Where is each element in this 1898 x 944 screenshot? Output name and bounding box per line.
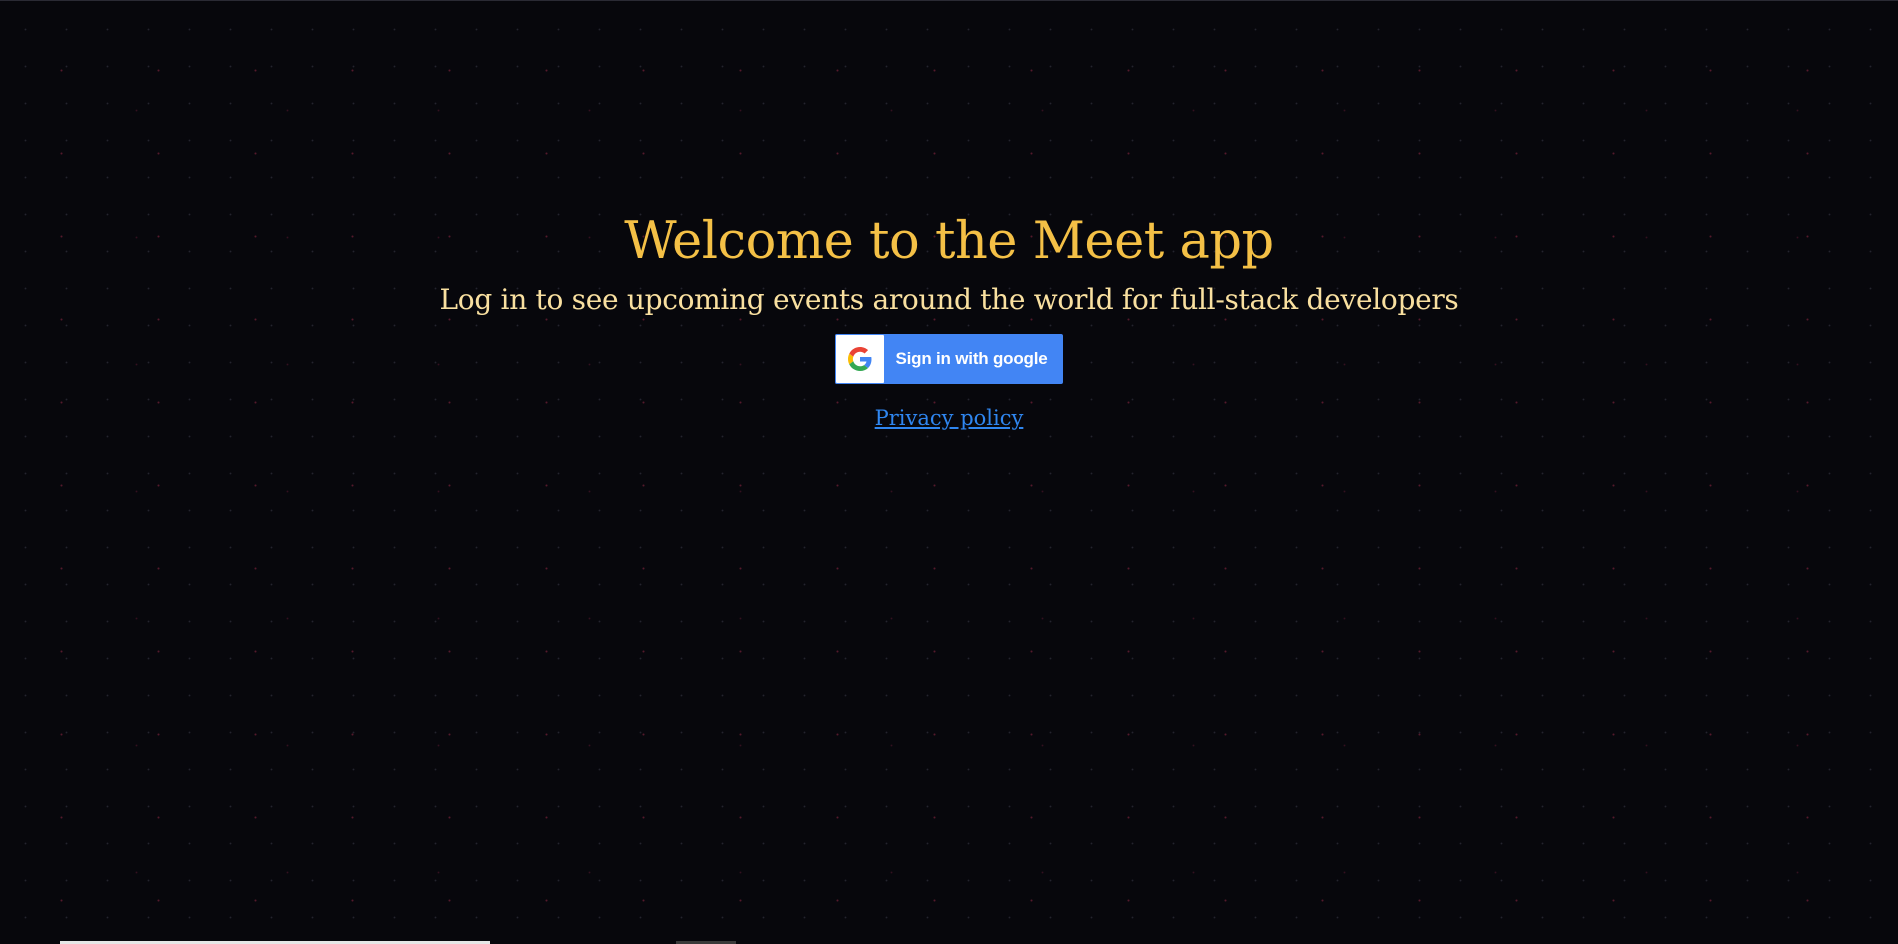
- login-panel: Welcome to the Meet app Log in to see up…: [0, 204, 1898, 430]
- google-sign-in-button[interactable]: Sign in with google: [835, 334, 1063, 384]
- welcome-title: Welcome to the Meet app: [624, 212, 1274, 271]
- privacy-policy-link[interactable]: Privacy policy: [875, 406, 1024, 430]
- privacy-link-row: Privacy policy: [0, 406, 1898, 430]
- google-g-logo-icon: [835, 334, 886, 384]
- welcome-subtitle: Log in to see upcoming events around the…: [439, 283, 1459, 316]
- google-sign-in-label: Sign in with google: [895, 349, 1048, 368]
- window-top-border: [0, 0, 1898, 1]
